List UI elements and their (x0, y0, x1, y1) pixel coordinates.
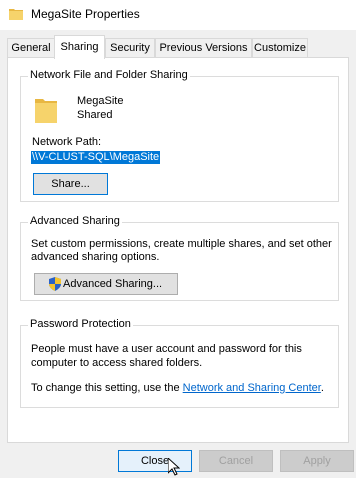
cancel-button[interactable]: Cancel (199, 450, 273, 472)
group-title: Password Protection (28, 318, 133, 330)
tab-previous-versions[interactable]: Previous Versions (155, 38, 252, 58)
tab-sharing[interactable]: Sharing (54, 35, 105, 59)
change-setting-suffix: . (320, 382, 324, 394)
password-protection-line2: computer to access shared folders. (31, 357, 203, 369)
tab-security[interactable]: Security (105, 38, 155, 58)
share-status: Shared (77, 109, 113, 121)
folder-name: MegaSite (77, 95, 124, 107)
uac-shield-icon (49, 277, 61, 291)
advanced-sharing-button[interactable]: Advanced Sharing... (34, 273, 178, 295)
tab-customize[interactable]: Customize (252, 38, 308, 58)
network-path-value[interactable]: \\V-CLUST-SQL\MegaSite (31, 151, 161, 164)
apply-button[interactable]: Apply (280, 450, 354, 472)
tab-strip: General Sharing Security Previous Versio… (7, 35, 349, 59)
advanced-sharing-button-label: Advanced Sharing... (63, 278, 163, 290)
advanced-sharing-description-line1: Set custom permissions, create multiple … (31, 238, 332, 250)
group-title: Network File and Folder Sharing (28, 69, 190, 81)
tab-panel-sharing: Network File and Folder Sharing MegaSite… (7, 57, 349, 443)
password-protection-group: Password Protection People must have a u… (20, 318, 339, 408)
network-sharing-group: Network File and Folder Sharing MegaSite… (20, 69, 339, 202)
advanced-sharing-group: Advanced Sharing Set custom permissions,… (20, 215, 339, 301)
folder-icon (9, 9, 23, 20)
change-setting-prefix: To change this setting, use the (31, 382, 183, 394)
tab-general[interactable]: General (7, 38, 55, 58)
shared-folder-icon (35, 99, 57, 123)
network-path-label: Network Path: (32, 136, 102, 148)
window-title: MegaSite Properties (31, 7, 140, 21)
change-setting-text: To change this setting, use the Network … (31, 382, 324, 394)
advanced-sharing-description-line2: advanced sharing options. (31, 251, 160, 263)
share-button[interactable]: Share... (33, 173, 108, 195)
password-protection-line1: People must have a user account and pass… (31, 343, 302, 355)
network-sharing-center-link[interactable]: Network and Sharing Center (183, 382, 321, 394)
mouse-cursor-icon (168, 458, 180, 476)
group-title: Advanced Sharing (28, 215, 122, 227)
close-button[interactable]: Close (118, 450, 192, 472)
title-bar: MegaSite Properties (0, 0, 356, 30)
